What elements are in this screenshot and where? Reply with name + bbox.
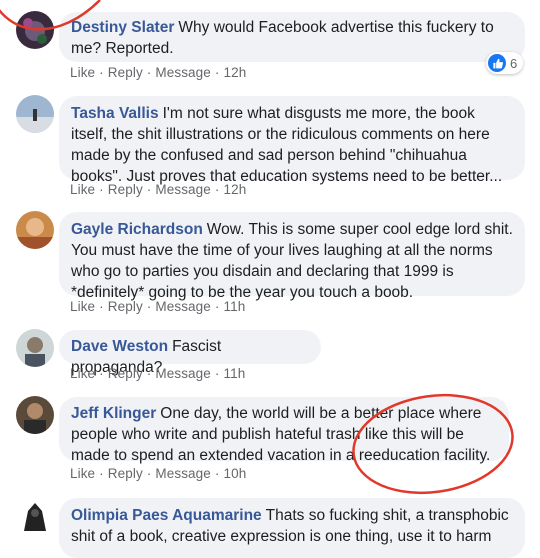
comment-actions: Like · Reply · Message · 11h: [70, 366, 246, 381]
avatar[interactable]: [16, 396, 54, 434]
like-link[interactable]: Like: [70, 65, 95, 80]
comment-actions: Like · Reply · Message · 11h: [70, 299, 246, 314]
reply-link[interactable]: Reply: [108, 366, 143, 381]
comment-bubble: Olimpia Paes Aquamarine Thats so fucking …: [59, 498, 525, 558]
like-link[interactable]: Like: [70, 466, 95, 481]
message-link[interactable]: Message: [155, 182, 210, 197]
reply-link[interactable]: Reply: [108, 182, 143, 197]
comment-bubble: Destiny Slater Why would Facebook adverti…: [59, 12, 525, 62]
like-icon: [488, 54, 506, 72]
reply-link[interactable]: Reply: [108, 299, 143, 314]
comment-bubble: Jeff Klinger One day, the world will be a…: [59, 397, 509, 464]
comment-author[interactable]: Dave Weston: [71, 338, 168, 355]
timestamp[interactable]: 11h: [224, 299, 246, 314]
avatar[interactable]: [16, 497, 54, 535]
timestamp[interactable]: 10h: [224, 466, 247, 481]
reply-link[interactable]: Reply: [108, 466, 143, 481]
comment-author[interactable]: Olimpia Paes Aquamarine: [71, 507, 262, 524]
message-link[interactable]: Message: [155, 299, 210, 314]
like-link[interactable]: Like: [70, 182, 95, 197]
reaction-number: 6: [510, 55, 518, 71]
comment-bubble: Tasha Vallis I'm not sure what disgusts m…: [59, 96, 525, 185]
comment-actions: Like · Reply · Message · 12h: [70, 182, 247, 197]
avatar[interactable]: [16, 211, 54, 249]
timestamp[interactable]: 12h: [224, 182, 247, 197]
avatar[interactable]: [16, 95, 54, 133]
comment-bubble: Gayle Richardson Wow. This is some super …: [59, 212, 525, 301]
comment-author[interactable]: Destiny Slater: [71, 19, 174, 36]
avatar[interactable]: [16, 11, 54, 49]
like-link[interactable]: Like: [70, 299, 95, 314]
message-link[interactable]: Message: [155, 366, 210, 381]
comment-bubble: Dave Weston Fascist propaganda?: [59, 330, 321, 376]
comment-actions: Like · Reply · Message · 12h: [70, 65, 247, 80]
message-link[interactable]: Message: [155, 65, 210, 80]
message-link[interactable]: Message: [155, 466, 210, 481]
reaction-count[interactable]: 6: [486, 52, 524, 74]
reply-link[interactable]: Reply: [108, 65, 143, 80]
comment-author[interactable]: Jeff Klinger: [71, 405, 156, 422]
timestamp[interactable]: 11h: [224, 366, 246, 381]
comment-author[interactable]: Gayle Richardson: [71, 221, 203, 238]
comment-author[interactable]: Tasha Vallis: [71, 105, 159, 122]
avatar[interactable]: [16, 329, 54, 367]
like-link[interactable]: Like: [70, 366, 95, 381]
comment-actions: Like · Reply · Message · 10h: [70, 466, 247, 481]
timestamp[interactable]: 12h: [224, 65, 247, 80]
